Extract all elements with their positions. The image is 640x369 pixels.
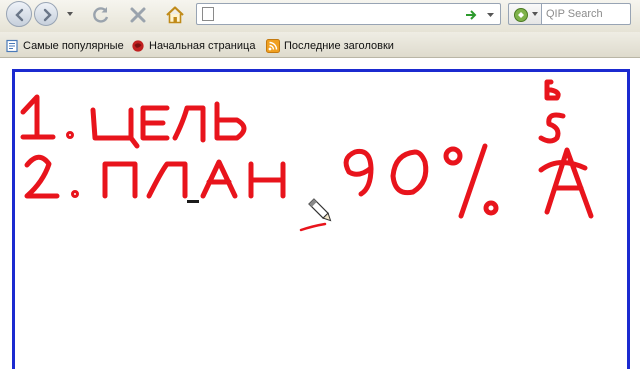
search-placeholder: QIP Search (546, 8, 603, 20)
history-dropdown-icon[interactable] (67, 11, 73, 17)
reload-icon[interactable] (90, 4, 112, 26)
bookmark-label: Начальная страница (149, 40, 256, 52)
navigation-toolbar: QIP Search (0, 0, 640, 32)
back-arrow-icon (15, 8, 24, 22)
handwritten-percent (343, 143, 499, 219)
handwritten-line-2 (24, 154, 286, 199)
rss-feed-icon (266, 39, 280, 53)
bookmark-folder-icon (6, 39, 18, 53)
bookmark-label: Самые популярные (23, 40, 124, 52)
forward-arrow-icon (43, 8, 52, 22)
page-content (0, 58, 640, 369)
bookmark-most-visited[interactable]: Самые популярные (5, 38, 124, 54)
pencil-cursor-icon (308, 198, 332, 222)
handwritten-side-letters (538, 79, 594, 219)
qip-search-engine-icon (514, 8, 528, 22)
forward-button[interactable] (34, 2, 58, 26)
address-dropdown-icon[interactable] (487, 12, 494, 18)
handwritten-line-1 (20, 94, 247, 149)
back-button[interactable] (6, 1, 32, 27)
search-engine-dropdown-icon (532, 12, 538, 16)
go-arrow-icon[interactable] (465, 9, 477, 21)
handwriting-layer (20, 79, 594, 232)
whiteboard-canvas[interactable] (12, 69, 630, 369)
bookmarks-toolbar: Самые популярные Начальная страница Посл… (0, 32, 640, 58)
home-icon[interactable] (164, 4, 186, 26)
stop-icon[interactable] (127, 4, 149, 26)
bookmark-label: Последние заголовки (284, 40, 394, 52)
bookmark-start-page[interactable]: Начальная страница (131, 38, 255, 54)
bookmark-latest-headlines[interactable]: Последние заголовки (266, 38, 394, 54)
search-field[interactable]: QIP Search (541, 3, 631, 25)
page-favicon-icon (202, 7, 214, 21)
search-engine-selector[interactable] (508, 3, 542, 25)
text-caret (187, 200, 199, 203)
start-page-icon (132, 40, 144, 52)
address-bar[interactable] (196, 3, 501, 25)
ink-scribble (299, 222, 327, 232)
